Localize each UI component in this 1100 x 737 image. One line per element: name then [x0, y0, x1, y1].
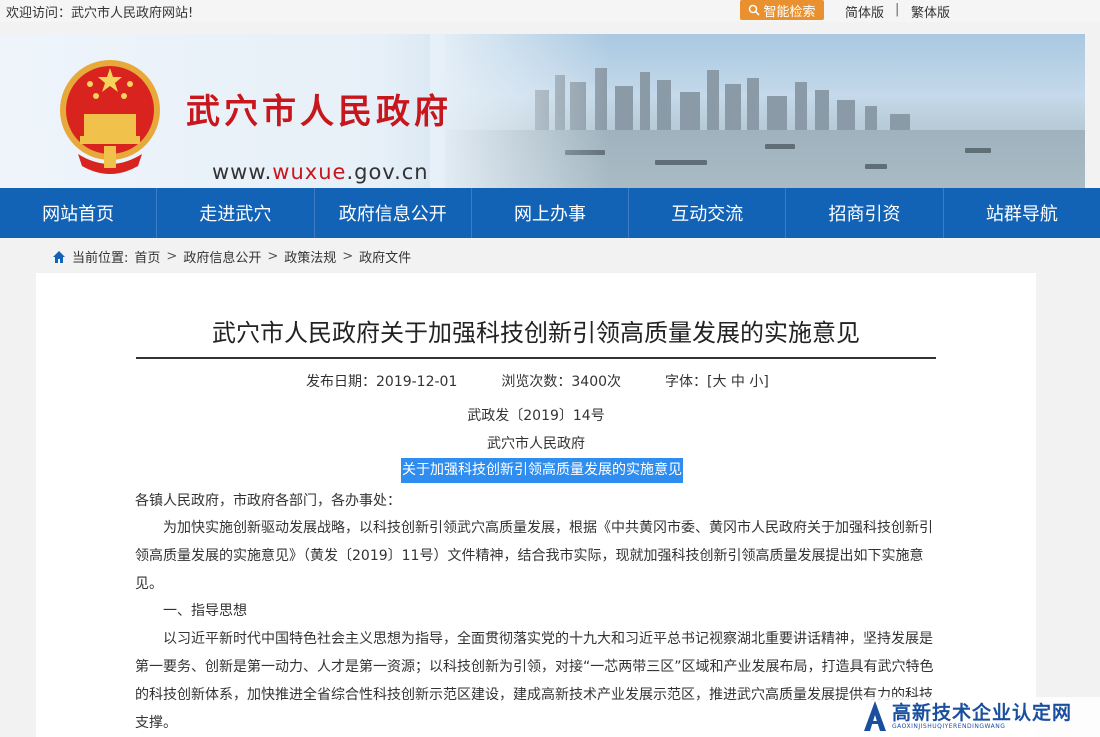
lang-separator: | — [895, 2, 900, 17]
watermark-text: 高新技术企业认定网 — [892, 702, 1073, 724]
article-panel: 武穴市人民政府关于加强科技创新引领高质量发展的实施意见 发布日期：2019-12… — [36, 273, 1036, 737]
view-count: 浏览次数：3400次 — [501, 374, 622, 390]
breadcrumb-separator: > — [267, 249, 279, 264]
site-banner: 武穴市人民政府 www.wuxue.gov.cn — [0, 34, 1085, 188]
font-size-switch[interactable]: 字体：[大 中 小] — [665, 371, 769, 391]
nav-about-wuxue[interactable]: 走进武穴 — [157, 188, 315, 238]
issuer: 武穴市人民政府 — [487, 436, 585, 452]
breadcrumb-policy[interactable]: 政策法规 — [284, 247, 336, 266]
top-bar: 欢迎访问：武穴市人民政府网站! 智能检索 简体版 | 繁体版 — [0, 0, 1100, 22]
breadcrumb: 当前位置: 首页 > 政府信息公开 > 政策法规 > 政府文件 — [52, 247, 411, 266]
nav-site-group[interactable]: 站群导航 — [944, 188, 1100, 238]
watermark-subtext: GAOXINJISHUQIYERENDINGWANG — [892, 723, 1006, 730]
breadcrumb-separator: > — [166, 249, 178, 264]
publish-date: 发布日期：2019-12-01 — [306, 374, 458, 390]
home-icon — [53, 250, 65, 263]
smart-search-label: 智能检索 — [763, 4, 816, 20]
document-number: 武政发〔2019〕14号 — [467, 408, 605, 424]
nav-online-services[interactable]: 网上办事 — [472, 188, 630, 238]
breadcrumb-label: 当前位置: — [72, 251, 129, 266]
paragraph: 为加快实施创新驱动发展战略，以科技创新引领武穴高质量发展，根据《中共黄冈市委、黄… — [135, 520, 933, 592]
section-heading: 一、指导思想 — [163, 603, 247, 619]
lang-simplified-link[interactable]: 简体版 — [845, 2, 884, 21]
lang-traditional-link[interactable]: 繁体版 — [911, 2, 950, 21]
welcome-text: 欢迎访问：武穴市人民政府网站! — [6, 6, 194, 21]
main-nav: 网站首页 走进武穴 政府信息公开 网上办事 互动交流 招商引资 站群导航 — [0, 188, 1100, 238]
watermark-icon — [864, 701, 886, 731]
breadcrumb-gov-info[interactable]: 政府信息公开 — [183, 247, 261, 266]
salutation: 各镇人民政府，市政府各部门，各办事处： — [135, 493, 401, 509]
search-icon — [749, 4, 761, 16]
article-title: 武穴市人民政府关于加强科技创新引领高质量发展的实施意见 — [212, 319, 860, 347]
site-title: 武穴市人民政府 — [186, 92, 452, 132]
nav-interaction[interactable]: 互动交流 — [629, 188, 787, 238]
national-emblem-icon — [60, 60, 160, 174]
selected-subtitle: 关于加强科技创新引领高质量发展的实施意见 — [401, 458, 683, 483]
nav-gov-info[interactable]: 政府信息公开 — [315, 188, 472, 238]
nav-home[interactable]: 网站首页 — [0, 188, 158, 238]
article-meta: 发布日期：2019-12-01 浏览次数：3400次 字体：[大 中 小] — [306, 371, 769, 391]
paragraph: 以习近平新时代中国特色社会主义思想为指导，全面贯彻落实党的十九大和习近平总书记视… — [135, 631, 934, 731]
breadcrumb-gov-docs[interactable]: 政府文件 — [359, 247, 411, 266]
title-divider — [136, 357, 936, 359]
smart-search-button[interactable]: 智能检索 — [740, 0, 824, 20]
nav-investment[interactable]: 招商引资 — [786, 188, 944, 238]
breadcrumb-separator: > — [342, 249, 354, 264]
watermark-logo: 高新技术企业认定网 GAOXINJISHUQIYERENDINGWANG — [862, 697, 1100, 737]
breadcrumb-home[interactable]: 首页 — [134, 247, 160, 266]
site-url: www.wuxue.gov.cn — [212, 160, 429, 184]
